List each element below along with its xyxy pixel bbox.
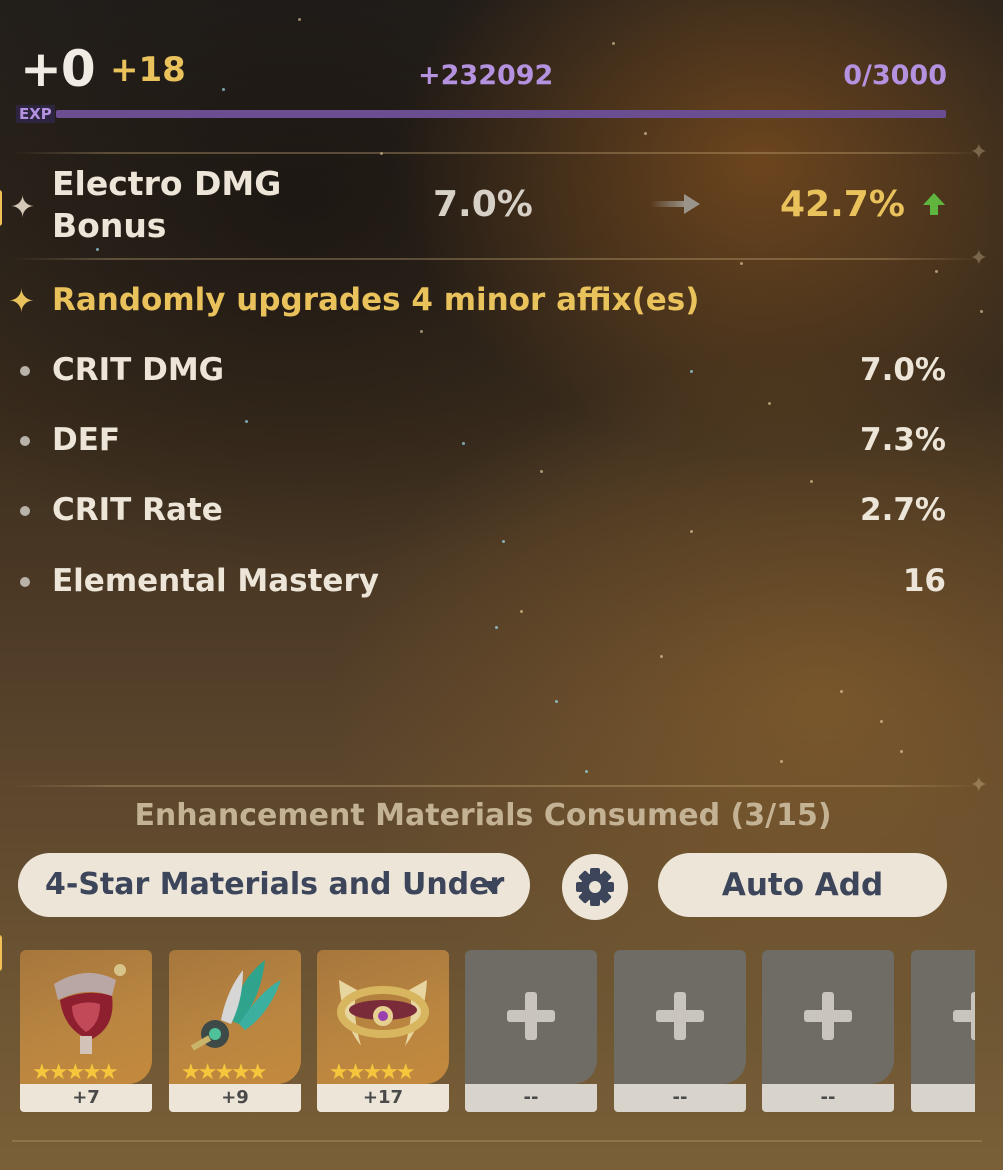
main-stat-star-icon: ✦ [10, 190, 36, 225]
empty-material-slot[interactable]: -- [465, 950, 597, 1112]
level-gain: +18 [110, 50, 186, 90]
rarity-stars: ★★★★★ [32, 1060, 119, 1085]
exp-progress-bar [56, 110, 946, 118]
sub-stat-name: DEF [52, 422, 121, 458]
material-filter-dropdown[interactable]: 4-Star Materials and Under [18, 853, 530, 917]
bullet-icon [20, 436, 30, 446]
plus-icon [507, 992, 555, 1040]
slot-level: +9 [169, 1084, 301, 1112]
plus-icon [656, 992, 704, 1040]
auto-add-button[interactable]: Auto Add [658, 853, 947, 917]
exp-label: EXP [16, 105, 55, 123]
material-filter-label: 4-Star Materials and Under [45, 867, 505, 902]
sub-stat-name: CRIT Rate [52, 492, 223, 528]
bullet-icon [20, 366, 30, 376]
bullet-icon [20, 506, 30, 516]
circlet-artifact-icon [337, 980, 429, 1046]
upgrade-notice: Randomly upgrades 4 minor affix(es) [52, 282, 700, 318]
arrow-up-icon [923, 193, 945, 215]
slot-level [911, 1084, 975, 1112]
sub-stat-name: CRIT DMG [52, 352, 225, 388]
goblet-artifact-icon [54, 964, 126, 1054]
sub-stat-name: Elemental Mastery [52, 563, 379, 599]
exp-gain: +232092 [418, 60, 554, 91]
empty-material-slot[interactable]: -- [614, 950, 746, 1112]
plus-icon [953, 992, 975, 1040]
divider [12, 773, 988, 798]
sub-stat-row: CRIT Rate 2.7% [0, 490, 1003, 530]
caret-down-icon [482, 881, 502, 893]
upgrade-star-icon: ✦ [8, 282, 35, 320]
plus-icon [804, 992, 852, 1040]
empty-material-slot[interactable]: -- [762, 950, 894, 1112]
sub-stat-row: CRIT DMG 7.0% [0, 350, 1003, 390]
gear-icon [576, 868, 614, 906]
sub-stat-value: 2.7% [860, 492, 946, 528]
main-stat-name: Electro DMG Bonus [52, 164, 282, 245]
slot-level: +7 [20, 1084, 152, 1112]
sub-stat-row: Elemental Mastery 16 [0, 561, 1003, 601]
sub-stat-value: 7.0% [860, 352, 946, 388]
main-stat-new-value: 42.7% [780, 184, 905, 225]
slot-level: -- [465, 1084, 597, 1112]
material-slots: ★★★★★ +7 ★★★★★ +9 ★★★★★ +17 -- -- -- [0, 950, 975, 1112]
divider [12, 246, 988, 271]
material-slot[interactable]: ★★★★★ +7 [20, 950, 152, 1112]
sub-stat-row: DEF 7.3% [0, 420, 1003, 460]
slot-level: -- [762, 1084, 894, 1112]
rarity-stars: ★★★★★ [181, 1060, 268, 1085]
selection-marker [0, 190, 2, 226]
materials-title: Enhancement Materials Consumed (3/15) [134, 798, 832, 833]
feather-artifact-icon [190, 960, 281, 1051]
sub-stat-value: 16 [902, 563, 946, 599]
current-level: +0 [20, 40, 96, 98]
settings-button[interactable] [562, 854, 628, 920]
rarity-stars: ★★★★★ [329, 1060, 416, 1085]
empty-material-slot[interactable] [911, 950, 975, 1112]
arrow-right-icon [650, 194, 700, 214]
slot-level: +17 [317, 1084, 449, 1112]
bullet-icon [20, 577, 30, 587]
main-stat-old-value: 7.0% [433, 184, 533, 225]
material-slot[interactable]: ★★★★★ +9 [169, 950, 301, 1112]
slot-level: -- [614, 1084, 746, 1112]
divider [12, 1140, 982, 1142]
divider [12, 140, 988, 165]
exp-value: 0/3000 [843, 60, 947, 91]
sub-stat-value: 7.3% [860, 422, 946, 458]
material-slot[interactable]: ★★★★★ +17 [317, 950, 449, 1112]
